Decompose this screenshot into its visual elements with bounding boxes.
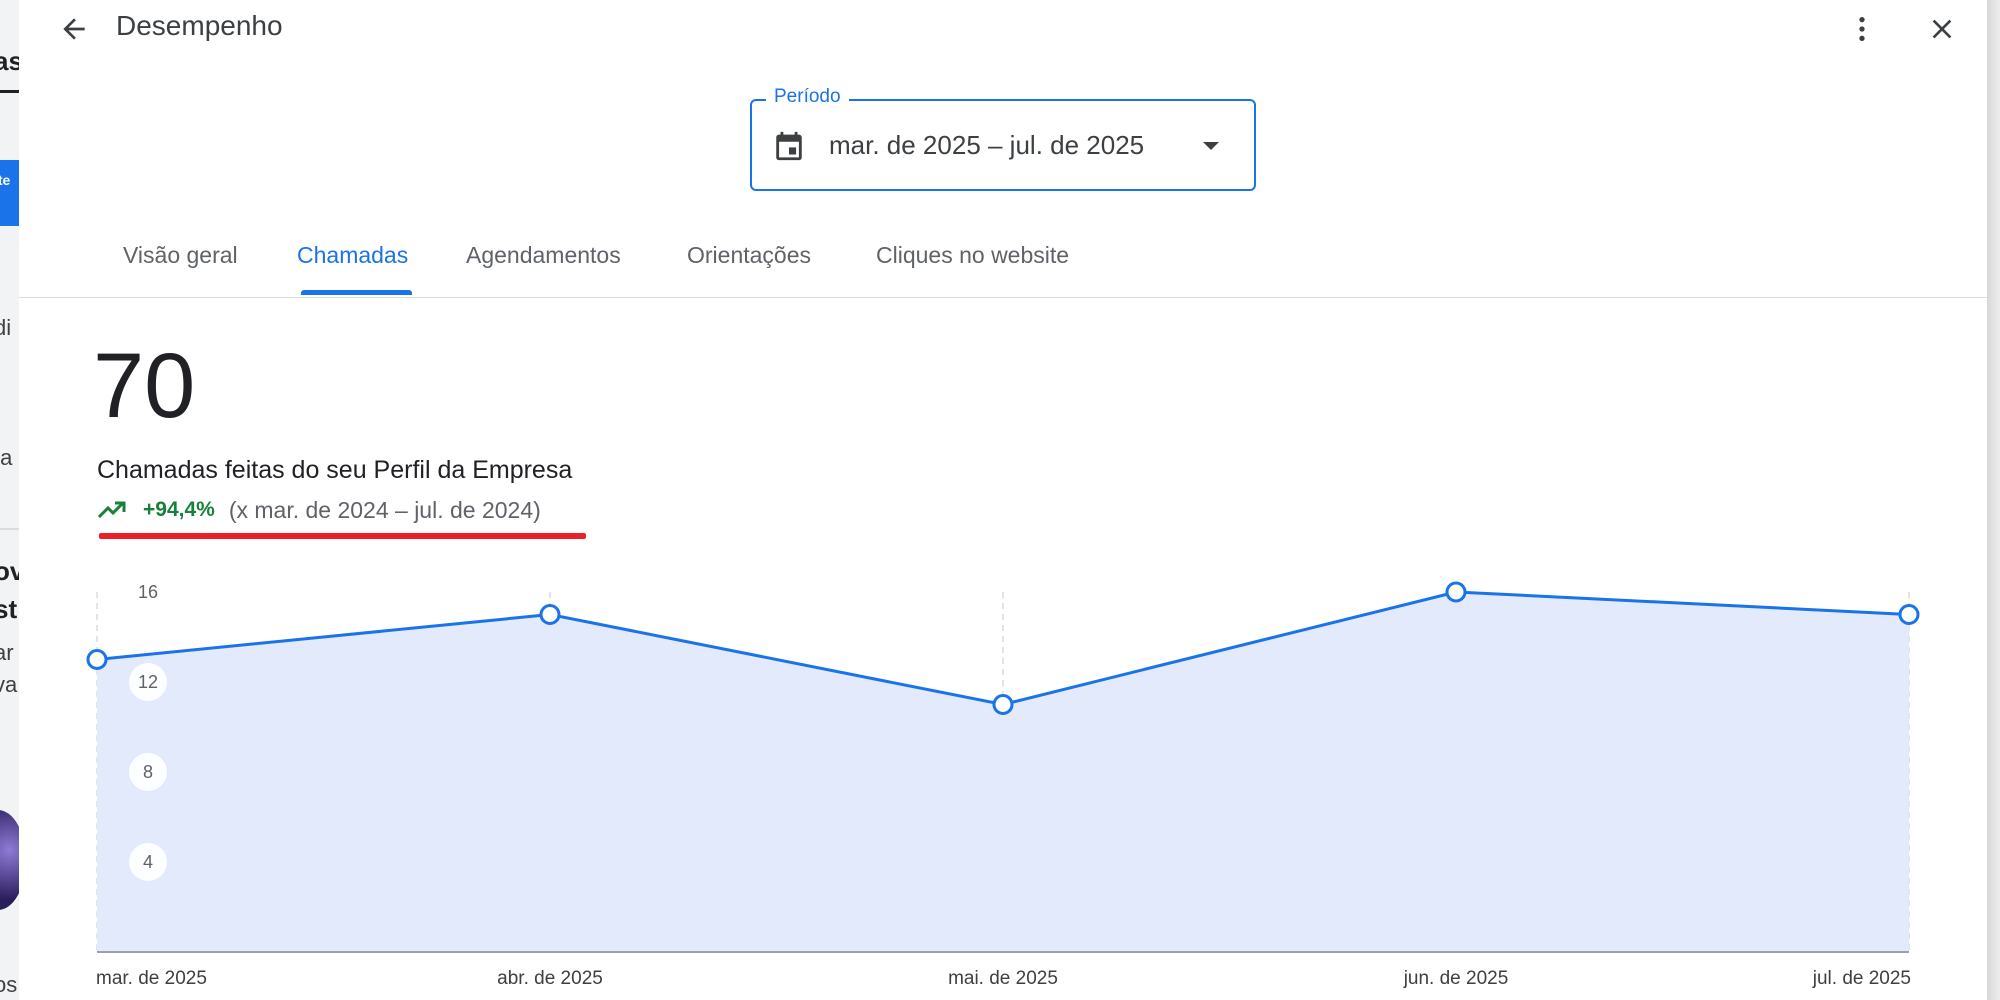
background-text: os: [0, 972, 18, 997]
calls-chart: 4 8 12 16 mar. de 2025 abr. de 2025 mai. de 2…: [86, 581, 1920, 989]
dialog-edge-shadow: [1987, 0, 2000, 1000]
trend-row: +94,4% (x mar. de 2024 – jul. de 2024): [97, 495, 541, 525]
close-icon: [1932, 19, 1952, 39]
more-options-button[interactable]: [1837, 4, 1887, 54]
period-selector[interactable]: Período mar. de 2025 – jul. de 2025: [750, 86, 1256, 191]
x-tick-label: jul. de 2025: [1812, 968, 1911, 989]
tabs-divider: [19, 297, 1987, 298]
x-tick-label: mar. de 2025: [96, 968, 207, 989]
data-point[interactable]: [539, 604, 561, 625]
metric-value: 70: [93, 335, 196, 437]
dialog-title: Desempenho: [116, 10, 283, 41]
trend-comparison-period: (x mar. de 2024 – jul. de 2024): [228, 496, 541, 523]
tab-directions[interactable]: Orientações: [687, 228, 811, 298]
back-button[interactable]: [49, 4, 99, 54]
tab-website-clicks[interactable]: Cliques no website: [876, 228, 1069, 298]
active-tab-indicator: [301, 290, 412, 295]
y-tick-label: 4: [143, 852, 153, 872]
annotation-underline: [99, 533, 586, 539]
chart-area-fill: [97, 592, 1909, 952]
period-value: mar. de 2025 – jul. de 2025: [829, 130, 1145, 160]
background-text: ar: [0, 640, 14, 665]
performance-dialog: Desempenho Período mar. de 2025 – jul. d…: [19, 0, 1987, 1000]
data-point[interactable]: [86, 649, 108, 670]
data-point[interactable]: [992, 694, 1014, 715]
background-text: va: [0, 672, 18, 697]
arrow-left-icon: [63, 18, 85, 40]
tab-overview[interactable]: Visão geral: [123, 228, 238, 298]
more-vert-icon: [1859, 17, 1865, 41]
data-point[interactable]: [1445, 581, 1467, 603]
tab-bar: Visão geral Chamadas Agendamentos Orient…: [19, 228, 1987, 298]
calendar-icon: [776, 131, 802, 161]
trending-up-icon: [97, 501, 126, 519]
caret-down-icon: [1203, 142, 1219, 150]
x-tick-label: abr. de 2025: [497, 968, 603, 989]
x-tick-label: mai. de 2025: [948, 968, 1058, 989]
data-point[interactable]: [1898, 604, 1920, 625]
background-text: st: [0, 594, 18, 624]
close-button[interactable]: [1917, 4, 1967, 54]
y-tick-label: 16: [138, 582, 158, 602]
trend-percentage: +94,4%: [143, 498, 215, 521]
period-label: Período: [766, 86, 849, 108]
metric-label: Chamadas feitas do seu Perfil da Empresa: [97, 456, 573, 484]
background-text: di: [0, 315, 12, 340]
x-tick-label: jun. de 2025: [1403, 968, 1509, 989]
y-tick-label: 8: [143, 762, 153, 782]
tab-calls[interactable]: Chamadas: [297, 228, 408, 298]
background-text: ite: [0, 172, 11, 188]
y-tick-label: 12: [138, 672, 158, 692]
tab-bookings[interactable]: Agendamentos: [466, 228, 621, 298]
background-text: ta: [0, 445, 13, 470]
